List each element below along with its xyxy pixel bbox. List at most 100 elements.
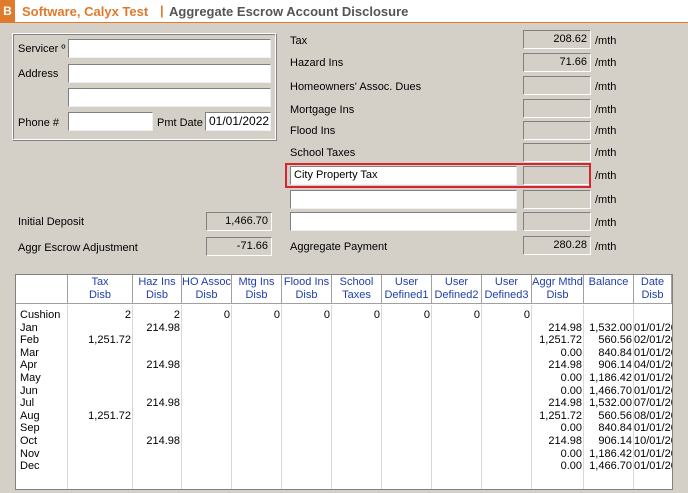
table-cell-date-disb: 01/01/2022 (634, 422, 672, 435)
table-row[interactable]: Feb 1,251.72 1,251.72 560.5602/01/2022 (16, 334, 672, 346)
table-cell-flood-ins-disb (282, 422, 332, 434)
table-cell-row-label: May (20, 372, 41, 384)
table-cell-user-defined2 (432, 397, 482, 409)
table-cell-user-defined1 (382, 334, 432, 346)
grid-header-flood-ins-disb: Flood Ins Disb (282, 275, 332, 304)
table-cell-date-disb: 07/01/2022 (634, 397, 672, 410)
grid-header-line1: Flood Ins (283, 276, 330, 288)
grid-header-user-defined3: User Defined3 (482, 275, 532, 304)
table-row[interactable]: Cushion 2 2 0 0 0 0 0 0 0 (16, 309, 672, 321)
grid-header-user-defined1: User Defined1 (382, 275, 432, 304)
table-cell-row-label: Feb (20, 334, 39, 347)
grid-header-tax-disb: Tax Disb (68, 275, 133, 304)
table-cell-flood-ins-disb (282, 334, 332, 346)
table-row[interactable]: Apr 214.98 214.98 906.1404/01/2022 (16, 359, 672, 371)
table-cell-mtg-ins-disb (232, 422, 282, 434)
table-cell-aggr-mthd-disb: 0.00 (560, 447, 582, 460)
disbursement-grid[interactable]: Tax Disb Haz Ins Disb HO Assoc Disb Mtg Ins Dis… (15, 274, 673, 490)
aggr-escrow-adjustment-value: -71.66 (206, 237, 272, 256)
user-defined3-name-input[interactable] (290, 212, 517, 231)
table-cell-user-defined1 (382, 359, 432, 371)
user-defined1-unit: /mth (595, 170, 617, 182)
grid-header-line1: Tax (91, 276, 109, 288)
table-row[interactable]: May 0.00 1,186.4201/01/2022 (16, 372, 672, 384)
grid-header-line1: Aggr Mthd (532, 276, 583, 288)
table-cell-date-disb: 01/01/2022 (634, 372, 672, 384)
table-cell-haz-ins-disb (133, 448, 182, 460)
table-cell-tax-disb (68, 460, 133, 472)
table-cell-date-disb: 08/01/2022 (634, 409, 672, 422)
grid-header-line1: Mtg Ins (238, 276, 275, 288)
table-row[interactable]: Oct 214.98 214.98 906.1410/01/2022 (16, 435, 672, 447)
table-cell-user-defined1 (382, 322, 432, 334)
table-cell-user-defined1 (382, 448, 432, 460)
table-cell-user-defined2 (432, 372, 482, 384)
phone-input[interactable] (68, 112, 153, 131)
table-cell-user-defined3 (482, 347, 532, 359)
table-row[interactable]: Sep 0.00 840.8401/01/2022 (16, 422, 672, 434)
table-cell-school-taxes (332, 347, 382, 359)
table-cell-user-defined2: 0 (473, 309, 480, 321)
grid-header-row-label (16, 275, 68, 304)
grid-header-user-defined2: User Defined2 (432, 275, 482, 304)
table-cell-user-defined2 (432, 359, 482, 371)
table-cell-date-disb: 01/01/2022 (634, 346, 672, 359)
table-row[interactable]: Jun 0.00 1,466.7001/01/2022 (16, 385, 672, 397)
table-cell-mtg-ins-disb (232, 410, 282, 422)
table-cell-ho-assoc-disb (182, 334, 232, 346)
table-row[interactable]: Mar 0.00 840.8401/01/2022 (16, 347, 672, 359)
table-cell-haz-ins-disb (133, 460, 182, 472)
table-cell-tax-disb (68, 359, 133, 371)
table-cell-ho-assoc-disb (182, 385, 232, 397)
table-cell-user-defined1: 0 (423, 309, 430, 321)
table-cell-tax-disb: 1,251.72 (88, 334, 131, 347)
pmt-date-input[interactable]: 01/01/2022 (205, 112, 271, 131)
table-cell-aggr-mthd-disb: 0.00 (560, 346, 582, 359)
table-row[interactable]: Aug 1,251.72 1,251.72 560.5608/01/2022 (16, 410, 672, 422)
address-line1-input[interactable] (68, 64, 271, 83)
table-cell-flood-ins-disb (282, 359, 332, 371)
hoa-dues-label: Homeowners' Assoc. Dues (290, 81, 422, 93)
grid-header-line2: Disb (641, 289, 664, 301)
table-cell-haz-ins-disb: 214.98 (146, 321, 180, 334)
table-cell-haz-ins-disb (133, 347, 182, 359)
user-defined3-unit: /mth (595, 217, 617, 229)
mortgage-ins-value (523, 99, 591, 118)
grid-header-school-taxes: School Taxes (332, 275, 382, 304)
table-cell-school-taxes (332, 435, 382, 447)
grid-header-line2: Disb (88, 289, 111, 301)
table-cell-mtg-ins-disb (232, 372, 282, 384)
table-row[interactable]: Dec 0.00 1,466.7001/01/2022 (16, 460, 672, 472)
user-defined2-value (523, 190, 591, 209)
table-cell-tax-disb: 1,251.72 (88, 409, 131, 422)
table-cell-school-taxes (332, 448, 382, 460)
table-cell-school-taxes (332, 422, 382, 434)
table-cell-date-disb: 01/01/2022 (634, 460, 672, 473)
servicer-input[interactable] (68, 39, 271, 58)
table-cell-haz-ins-disb (133, 385, 182, 397)
table-cell-flood-ins-disb (282, 385, 332, 397)
table-cell-user-defined3 (482, 372, 532, 384)
table-cell-user-defined2 (432, 410, 482, 422)
table-row[interactable]: Nov 0.00 1,186.4201/01/2022 (16, 448, 672, 460)
table-row[interactable]: Jul 214.98 214.98 1,532.0007/01/2022 (16, 397, 672, 409)
address-line2-input[interactable] (68, 88, 271, 107)
table-cell-aggr-mthd-disb: 0.00 (560, 384, 582, 397)
table-cell-school-taxes (332, 397, 382, 409)
user-defined2-name-input[interactable] (290, 190, 517, 209)
table-cell-school-taxes (332, 334, 382, 346)
table-row[interactable]: Jan 214.98 214.98 1,532.0001/01/2022 (16, 322, 672, 334)
table-cell-user-defined1 (382, 435, 432, 447)
app-title: Software, Calyx Test (22, 4, 149, 19)
aggregate-payment-label: Aggregate Payment (290, 241, 388, 253)
table-cell-aggr-mthd-disb: 0.00 (560, 422, 582, 435)
table-cell-row-label: Cushion (20, 309, 61, 321)
table-cell-mtg-ins-disb (232, 347, 282, 359)
table-cell-aggr-mthd-disb: 1,251.72 (539, 334, 582, 347)
table-cell-user-defined1 (382, 347, 432, 359)
table-cell-flood-ins-disb (282, 347, 332, 359)
table-cell-ho-assoc-disb (182, 435, 232, 447)
table-cell-tax-disb (68, 372, 133, 384)
flood-ins-unit: /mth (595, 125, 617, 137)
table-cell-tax-disb: 2 (124, 309, 131, 321)
